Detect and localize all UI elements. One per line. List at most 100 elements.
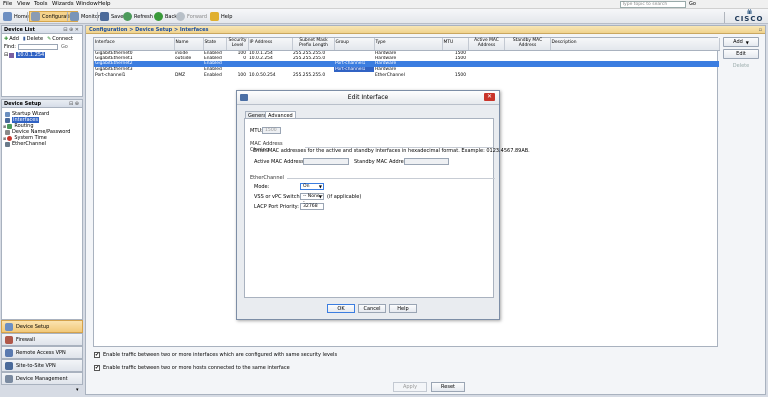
nav-firewall[interactable]: Firewall [1,333,83,346]
menu-help[interactable]: Help [98,1,111,7]
active-mac-field[interactable] [303,158,349,165]
refresh-icon [123,12,132,21]
find-row: Find: Go [4,44,68,50]
checkbox-checked[interactable]: ✔ [94,365,100,371]
delete-device-button[interactable]: Delete [27,36,43,42]
column-header[interactable]: Name [174,38,204,51]
device-management-icon [5,374,13,383]
search-input[interactable]: Type topic to search [620,1,686,8]
same-interface-checkbox[interactable]: ✔ Enable traffic between two or more host… [94,365,290,371]
expand-icon[interactable]: ⊟ [4,52,8,58]
column-header[interactable]: Standby MAC Address [504,38,551,51]
toolbar-separator [27,12,28,21]
mtu-label: MTU: [250,128,263,134]
column-header[interactable]: State [203,38,227,51]
column-header[interactable]: Description [550,38,720,51]
column-header[interactable]: Active MAC Address [468,38,505,51]
save-icon [100,12,109,21]
cancel-button[interactable]: Cancel [358,304,386,313]
expand-icon[interactable]: ⊞ [3,136,6,141]
close-icon[interactable]: ▫ [759,26,762,34]
toolbar-separator [724,12,725,23]
interfaces-icon [5,117,10,123]
edit-interface-dialog: Edit Interface ✕ General Advanced MTU: 1… [236,90,530,320]
etherchannel-icon [5,141,10,147]
wizard-icon [5,111,10,117]
edit-button[interactable]: Edit [723,49,759,59]
nav-remote-access-vpn[interactable]: Remote Access VPN [1,346,83,359]
tree-item-etherchannel[interactable]: EtherChannel [5,141,46,147]
routing-icon [7,123,13,129]
device-setup-icon [5,322,13,331]
toolbar-separator [67,12,68,21]
connect-button[interactable]: Connect [52,36,73,42]
search-go-button[interactable]: Go [689,1,696,7]
cisco-logo: ılıılı CISCO [732,10,766,23]
panel-controls[interactable]: ⊟ ⊕ ✕ [63,26,79,34]
mode-select[interactable]: On ▼ [300,183,324,190]
column-header[interactable]: Type [374,38,443,51]
reset-button[interactable]: Reset [431,382,465,392]
same-security-checkbox[interactable]: ✔ Enable traffic between two or more inte… [94,352,337,358]
monitoring-icon [70,12,79,21]
add-button[interactable]: Add ▼ [723,37,759,47]
ok-button[interactable]: OK [327,304,355,313]
help-icon [210,12,219,21]
mtu-field[interactable]: 1500 [262,127,281,134]
apply-button[interactable]: Apply [393,382,427,392]
column-header[interactable]: MTU [442,38,469,51]
forward-icon [176,12,185,21]
device-list-actions: ✚ Add ▮ Delete ✎ Connect [4,36,73,42]
menu-file[interactable]: File [3,1,12,7]
column-header[interactable]: Group [334,38,375,51]
forward-button[interactable]: Forward [175,11,208,22]
lacp-label: LACP Port Priority: [254,204,299,210]
table-row[interactable]: Port-channel1 DMZ Enabled 100 10.0.50.254 255… [94,72,719,78]
help-button[interactable]: Help [209,11,233,22]
find-go-button[interactable]: Go [61,44,68,50]
vss-select[interactable]: -- None --▼ [300,193,324,205]
active-mac-label: Active MAC Address: [254,159,306,165]
dialog-title-bar[interactable]: Edit Interface [237,91,499,105]
panel-controls[interactable]: ⊟ ⊕ [69,100,79,108]
find-input[interactable] [17,44,58,50]
nav-device-management[interactable]: Device Management [1,372,83,385]
menu-wizards[interactable]: Wizards [52,1,74,7]
checkbox-checked[interactable]: ✔ [94,352,100,358]
save-button[interactable]: Save [99,11,124,22]
nav-site-to-site-vpn[interactable]: Site-to-Site VPN [1,359,83,372]
clock-icon [7,135,13,141]
menu-tools[interactable]: Tools [34,1,48,7]
add-device-button[interactable]: Add [9,36,19,42]
column-header[interactable]: IP Address [248,38,293,51]
delete-button[interactable]: Delete [723,61,759,71]
standby-mac-field[interactable] [404,158,449,165]
column-header[interactable]: Subnet Mask Prefix Length [292,38,335,51]
dialog-app-icon [240,94,248,101]
help-dialog-button[interactable]: Help [389,304,417,313]
dialog-title: Edit Interface [347,94,389,101]
nav-more-icon[interactable]: ▾ [76,387,79,393]
standby-mac-label: Standby MAC Address: [354,159,411,165]
remote-access-vpn-icon [5,348,13,357]
toolbar-separator [97,12,98,21]
menu-view[interactable]: View [17,1,30,7]
home-button[interactable]: Home [2,11,30,22]
chevron-down-icon: ▼ [745,39,749,45]
column-header[interactable]: Interface [94,38,175,51]
device-item[interactable]: ⊟ 10.0.1.254 [4,52,46,58]
advanced-tab-panel: MTU: 1500 MAC Address Cloning Enter MAC … [244,118,530,298]
home-icon [3,12,12,21]
nav-device-setup[interactable]: Device Setup [1,320,83,333]
firewall-icon [5,335,13,344]
device-list-title: Device List ⊟ ⊕ ✕ [2,26,82,34]
close-icon[interactable]: ✕ [484,93,495,101]
menu-window[interactable]: Window [76,1,98,7]
lacp-priority-field[interactable]: 32768 [300,203,324,210]
column-header[interactable]: Security Level [226,38,249,51]
table-header-row: Interface Name State Security Level IP A… [94,38,720,51]
device-setup-title: Device Setup ⊟ ⊕ [2,100,82,108]
delete-icon: ▮ [22,36,26,42]
expand-icon[interactable]: ⊞ [3,124,6,129]
refresh-button[interactable]: Refresh [122,11,154,22]
